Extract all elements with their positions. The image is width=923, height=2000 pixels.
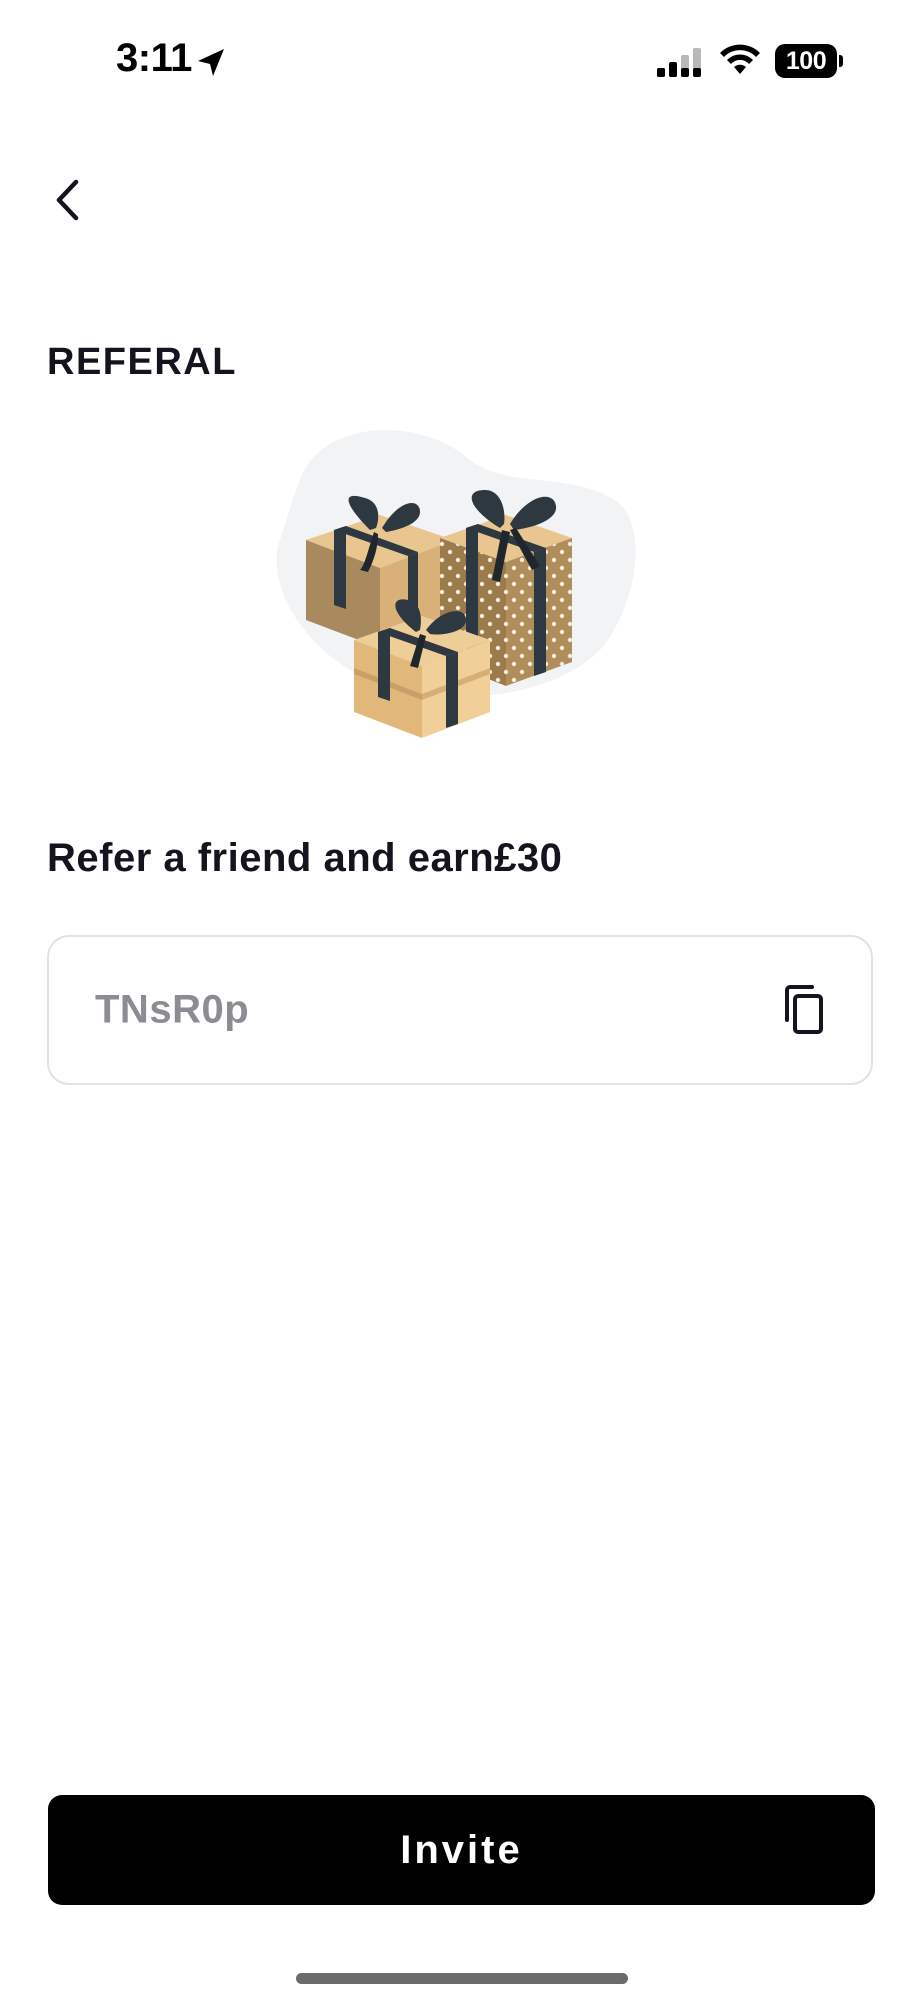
chevron-left-icon [56,179,79,221]
copy-icon [785,985,823,1034]
invite-button[interactable]: Invite [48,1795,875,1905]
battery-level: 100 [775,44,837,78]
back-button[interactable] [36,168,100,232]
referral-code-field[interactable]: TNsR0p [47,935,873,1085]
copy-code-button[interactable] [775,982,831,1038]
wifi-icon [717,44,763,78]
home-indicator[interactable] [296,1973,628,1984]
battery-icon: 100 [775,44,843,78]
cellular-signal-icon [655,46,703,80]
gift-boxes-illustration [270,420,650,740]
status-time: 3:11 [116,36,192,80]
status-bar: 3:11 100 [0,0,923,124]
page-title: REFERAL [47,341,237,383]
location-arrow-icon [194,46,228,80]
referral-code-value: TNsR0p [95,987,250,1032]
refer-friend-text: Refer a friend and earn£30 [47,836,563,880]
